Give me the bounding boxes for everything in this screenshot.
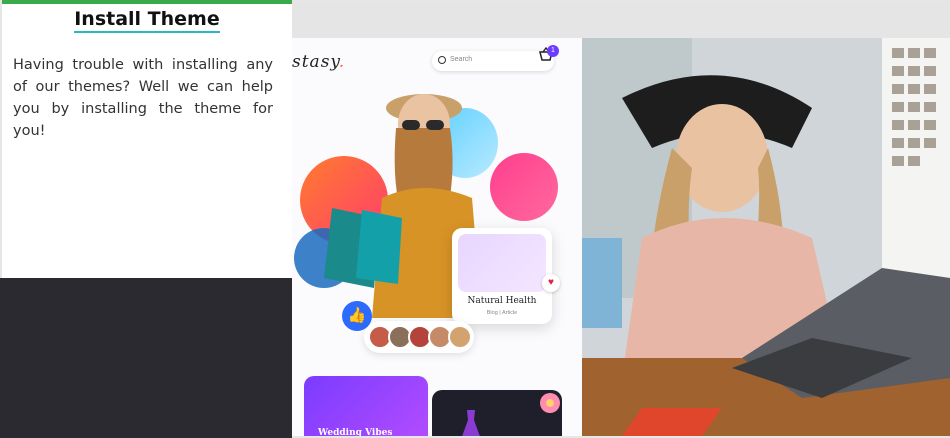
store-logo-text: stasy — [292, 52, 339, 72]
wedding-vibes-label: Wedding Vibes — [318, 428, 393, 436]
page: Install Theme Having trouble with instal… — [0, 0, 950, 438]
heart-icon: ♥ — [542, 274, 560, 292]
cart-count-badge: 1 — [547, 45, 559, 57]
top-strip — [292, 2, 950, 38]
natural-health-title: Natural Health — [467, 296, 537, 306]
natural-health-subtitle: Blog | Article — [486, 310, 518, 316]
flower-icon — [540, 393, 560, 413]
theme-preview-image: stasy. Search 1 Natural Health Blog | Ar… — [292, 38, 582, 436]
avatar-group — [364, 321, 474, 353]
natural-health-image — [458, 234, 546, 292]
card-title-text[interactable]: Install Theme — [74, 8, 220, 33]
dark-base — [0, 278, 292, 438]
avatar — [448, 325, 472, 349]
card-description: Having trouble with installing any of ou… — [13, 57, 273, 139]
woman-with-laptop-photo — [582, 38, 950, 436]
install-theme-card: Install Theme Having trouble with instal… — [2, 0, 292, 278]
dress-icon — [462, 410, 480, 436]
photo-illustration — [582, 38, 950, 436]
search-placeholder: Search — [450, 56, 473, 63]
search-icon — [438, 56, 446, 64]
natural-health-card: Natural Health Blog | Article — [452, 228, 552, 324]
wedding-vibes-tile: Wedding Vibes — [304, 376, 428, 436]
store-logo: stasy. — [292, 52, 346, 72]
card-title[interactable]: Install Theme — [2, 8, 292, 33]
